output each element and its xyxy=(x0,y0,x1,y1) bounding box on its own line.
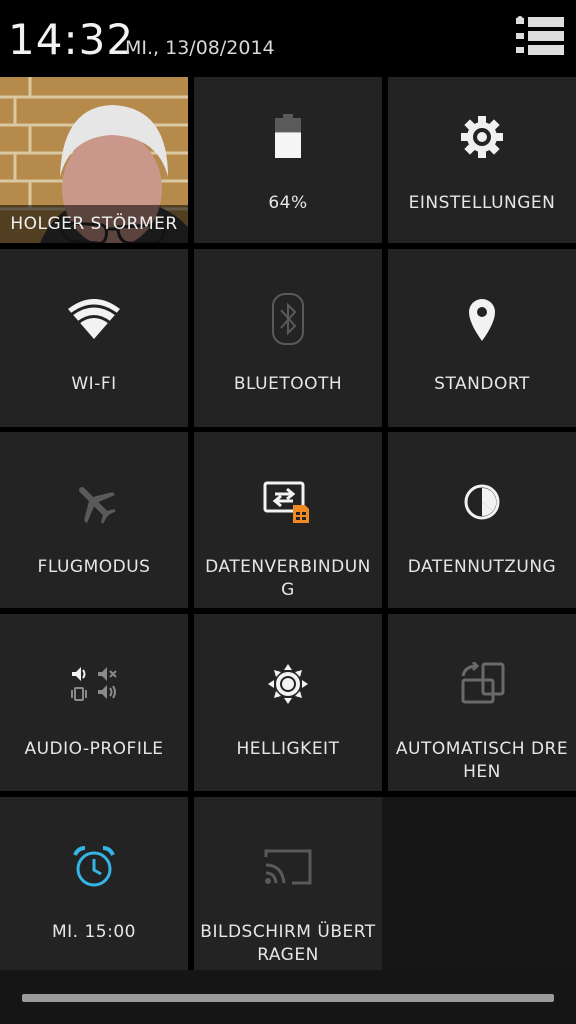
cast-screen-label: BILDSCHIRM ÜBERTRAGEN xyxy=(200,922,376,965)
alarm-clock-icon xyxy=(0,839,188,895)
audio-profiles-tile[interactable]: AUDIO-PROFILE xyxy=(0,614,188,791)
data-usage-icon xyxy=(388,474,576,530)
wifi-icon xyxy=(0,291,188,347)
bluetooth-icon xyxy=(194,291,382,347)
alarm-label: MI. 15:00 xyxy=(52,922,136,942)
brightness-tile[interactable]: HELLIGKEIT xyxy=(194,614,382,791)
cast-screen-icon xyxy=(194,839,382,895)
auto-rotate-tile[interactable]: AUTOMATISCH DREHEN xyxy=(388,614,576,791)
wifi-tile[interactable]: WI-FI xyxy=(0,249,188,427)
brightness-label: HELLIGKEIT xyxy=(236,739,340,759)
data-usage-tile[interactable]: DATENNUTZUNG xyxy=(388,432,576,608)
airplane-mode-tile[interactable]: FLUGMODUS xyxy=(0,432,188,608)
location-pin-icon xyxy=(388,291,576,347)
airplane-icon xyxy=(0,474,188,530)
date-text: MI., 13/08/2014 xyxy=(125,37,275,59)
wifi-label: WI-FI xyxy=(71,374,117,394)
airplane-mode-label: FLUGMODUS xyxy=(37,557,151,577)
alarm-tile[interactable]: MI. 15:00 xyxy=(0,797,188,970)
battery-icon xyxy=(194,109,382,165)
battery-label: 64% xyxy=(268,193,308,213)
data-connection-icon xyxy=(194,474,382,530)
clock-time: 14:32 xyxy=(8,15,135,64)
audio-profiles-label: AUDIO-PROFILE xyxy=(24,739,164,759)
profile-name: HOLGER STÖRMER xyxy=(0,205,188,243)
bluetooth-tile[interactable]: BLUETOOTH xyxy=(194,249,382,427)
location-tile[interactable]: STANDORT xyxy=(388,249,576,427)
audio-profiles-icon xyxy=(0,656,188,712)
data-connection-label: DATENVERBINDUNG xyxy=(205,557,371,600)
auto-rotate-icon xyxy=(388,656,576,712)
location-label: STANDORT xyxy=(434,374,530,394)
auto-rotate-label: AUTOMATISCH DREHEN xyxy=(395,739,569,782)
background-area xyxy=(382,797,576,970)
settings-tile[interactable]: EINSTELLUNGEN xyxy=(388,77,576,243)
settings-list-toggle-button[interactable] xyxy=(508,14,566,64)
settings-label: EINSTELLUNGEN xyxy=(408,193,556,213)
drag-handle[interactable] xyxy=(22,994,554,1002)
bluetooth-label: BLUETOOTH xyxy=(233,374,343,394)
status-header: 14:32 MI., 13/08/2014 xyxy=(0,0,576,76)
list-icon xyxy=(516,16,564,55)
brightness-icon xyxy=(194,656,382,712)
cast-screen-tile[interactable]: BILDSCHIRM ÜBERTRAGEN xyxy=(194,797,382,970)
profile-tile[interactable]: HOLGER STÖRMER xyxy=(0,77,188,243)
battery-tile[interactable]: 64% xyxy=(194,77,382,243)
data-usage-label: DATENNUTZUNG xyxy=(407,557,557,577)
gear-icon xyxy=(388,109,576,165)
data-connection-tile[interactable]: DATENVERBINDUNG xyxy=(194,432,382,608)
